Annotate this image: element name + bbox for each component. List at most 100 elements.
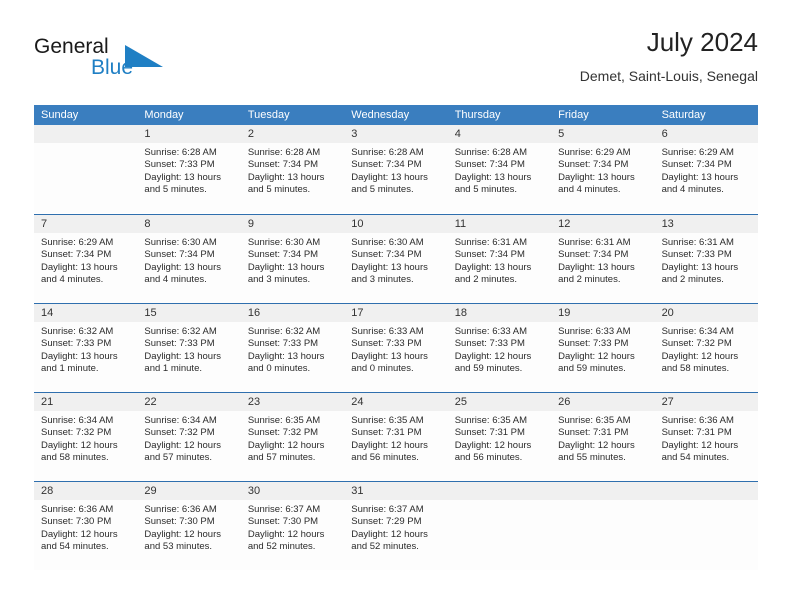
day-number[interactable]: 6 — [655, 125, 758, 143]
day-number[interactable]: 22 — [137, 393, 240, 411]
page-title: July 2024 — [646, 27, 758, 57]
day-info-line: Sunrise: 6:35 AM — [351, 415, 424, 426]
day-info-line: Sunrise: 6:32 AM — [41, 326, 114, 337]
day-number[interactable]: 28 — [34, 482, 137, 500]
day-cell[interactable]: Sunrise: 6:33 AM Sunset: 7:33 PM Daylight:… — [344, 322, 447, 392]
day-info-line: Daylight: 13 hours — [247, 350, 325, 362]
day-number[interactable]: 31 — [344, 482, 447, 500]
day-cell[interactable]: Sunrise: 6:32 AM Sunset: 7:33 PM Daylight:… — [241, 322, 344, 392]
day-cell-empty — [34, 143, 137, 213]
day-info-line: Sunrise: 6:34 AM — [661, 326, 734, 337]
day-info-line: Sunset: 7:31 PM — [454, 427, 525, 439]
day-cell[interactable]: Sunrise: 6:35 AM Sunset: 7:32 PM Daylight:… — [241, 411, 344, 481]
day-cell[interactable]: Sunrise: 6:36 AM Sunset: 7:30 PM Daylight:… — [34, 500, 137, 570]
day-info-line: Daylight: 13 hours — [247, 171, 325, 183]
day-number[interactable]: 7 — [34, 215, 137, 233]
day-number[interactable]: 1 — [137, 125, 240, 143]
day-number[interactable]: 9 — [241, 215, 344, 233]
day-info-line: Daylight: 12 hours — [144, 528, 221, 540]
day-number[interactable]: 15 — [137, 304, 240, 322]
day-number[interactable]: 5 — [551, 125, 654, 143]
day-number[interactable]: 25 — [448, 393, 551, 411]
day-cell[interactable]: Sunrise: 6:35 AM Sunset: 7:31 PM Daylight:… — [551, 411, 654, 481]
day-cell[interactable]: Sunrise: 6:36 AM Sunset: 7:31 PM Daylight:… — [655, 411, 758, 481]
day-number[interactable]: 2 — [241, 125, 344, 143]
day-info-line: Sunrise: 6:30 AM — [144, 237, 217, 248]
day-number[interactable]: 30 — [241, 482, 344, 500]
day-number[interactable]: 26 — [551, 393, 654, 411]
day-cell[interactable]: Sunrise: 6:34 AM Sunset: 7:32 PM Daylight:… — [137, 411, 240, 481]
day-info-line: and 59 minutes. — [454, 363, 523, 375]
day-cell[interactable]: Sunrise: 6:37 AM Sunset: 7:29 PM Daylight:… — [344, 500, 447, 570]
brand-logo[interactable]: General Blue — [34, 36, 234, 90]
day-number[interactable]: 27 — [655, 393, 758, 411]
day-number[interactable]: 23 — [241, 393, 344, 411]
day-info-line: Sunrise: 6:29 AM — [41, 237, 114, 248]
day-info-line: Sunset: 7:31 PM — [558, 427, 629, 439]
day-number[interactable]: 20 — [655, 304, 758, 322]
day-cell[interactable]: Sunrise: 6:28 AM Sunset: 7:34 PM Daylight:… — [448, 143, 551, 213]
day-number[interactable]: 17 — [344, 304, 447, 322]
day-cell[interactable]: Sunrise: 6:33 AM Sunset: 7:33 PM Daylight:… — [551, 322, 654, 392]
day-info-line: Sunrise: 6:37 AM — [351, 504, 424, 515]
day-number[interactable]: 11 — [448, 215, 551, 233]
day-number[interactable]: 14 — [34, 304, 137, 322]
day-info-line: Sunrise: 6:32 AM — [247, 326, 321, 337]
day-cell[interactable]: Sunrise: 6:31 AM Sunset: 7:34 PM Daylight:… — [448, 233, 551, 303]
day-cell[interactable]: Sunrise: 6:30 AM Sunset: 7:34 PM Daylight:… — [344, 233, 447, 303]
day-cell[interactable]: Sunrise: 6:37 AM Sunset: 7:30 PM Daylight:… — [241, 500, 344, 570]
day-info-line: Sunset: 7:34 PM — [661, 159, 732, 171]
day-info-line: and 5 minutes. — [454, 184, 518, 196]
day-number[interactable]: 8 — [137, 215, 240, 233]
day-number[interactable]: 16 — [241, 304, 344, 322]
calendar-week-row: 14 15 16 17 18 19 20 Sunrise: 6:32 AM Sunset: 7:… — [34, 303, 758, 392]
day-info-line: and 1 minute. — [144, 363, 202, 375]
day-info-line: and 2 minutes. — [558, 274, 621, 286]
day-cell[interactable]: Sunrise: 6:30 AM Sunset: 7:34 PM Daylight:… — [241, 233, 344, 303]
day-info-line: Sunrise: 6:34 AM — [144, 415, 217, 426]
day-info-line: Daylight: 13 hours — [247, 261, 325, 273]
day-number[interactable]: 4 — [448, 125, 551, 143]
day-info-line: Sunset: 7:34 PM — [247, 249, 319, 261]
day-number[interactable]: 12 — [551, 215, 654, 233]
day-info-line: Sunrise: 6:35 AM — [247, 415, 321, 426]
day-info-line: Sunset: 7:32 PM — [247, 427, 319, 439]
day-cell[interactable]: Sunrise: 6:28 AM Sunset: 7:34 PM Daylight:… — [344, 143, 447, 213]
day-cell[interactable]: Sunrise: 6:28 AM Sunset: 7:33 PM Daylight:… — [137, 143, 240, 213]
day-cell[interactable]: Sunrise: 6:34 AM Sunset: 7:32 PM Daylight:… — [34, 411, 137, 481]
day-info-line: Sunrise: 6:33 AM — [454, 326, 528, 337]
day-info-line: and 5 minutes. — [351, 184, 414, 196]
day-detail-band: Sunrise: 6:28 AM Sunset: 7:33 PM Daylight:… — [34, 143, 758, 213]
day-cell[interactable]: Sunrise: 6:35 AM Sunset: 7:31 PM Daylight:… — [448, 411, 551, 481]
day-cell[interactable]: Sunrise: 6:31 AM Sunset: 7:33 PM Daylight:… — [655, 233, 758, 303]
day-number[interactable]: 19 — [551, 304, 654, 322]
day-number[interactable]: 13 — [655, 215, 758, 233]
day-cell[interactable]: Sunrise: 6:33 AM Sunset: 7:33 PM Daylight:… — [448, 322, 551, 392]
day-cell[interactable]: Sunrise: 6:29 AM Sunset: 7:34 PM Daylight:… — [655, 143, 758, 213]
day-cell[interactable]: Sunrise: 6:30 AM Sunset: 7:34 PM Daylight:… — [137, 233, 240, 303]
day-cell[interactable]: Sunrise: 6:34 AM Sunset: 7:32 PM Daylight:… — [655, 322, 758, 392]
day-cell[interactable]: Sunrise: 6:31 AM Sunset: 7:34 PM Daylight:… — [551, 233, 654, 303]
day-info-line: Sunset: 7:34 PM — [351, 249, 422, 261]
day-info-line: Sunset: 7:30 PM — [144, 516, 215, 528]
day-cell[interactable]: Sunrise: 6:28 AM Sunset: 7:34 PM Daylight:… — [241, 143, 344, 213]
calendar-week-row: 7 8 9 10 11 12 13 Sunrise: 6:29 AM Sunset: 7:34 … — [34, 214, 758, 303]
day-info-line: and 54 minutes. — [41, 541, 109, 553]
day-number[interactable]: 10 — [344, 215, 447, 233]
day-cell[interactable]: Sunrise: 6:29 AM Sunset: 7:34 PM Daylight:… — [551, 143, 654, 213]
day-info-line: and 4 minutes. — [558, 184, 621, 196]
day-info-line: Daylight: 13 hours — [41, 261, 118, 273]
day-info-line: Sunset: 7:30 PM — [247, 516, 319, 528]
day-cell[interactable]: Sunrise: 6:32 AM Sunset: 7:33 PM Daylight:… — [137, 322, 240, 392]
day-number[interactable]: 18 — [448, 304, 551, 322]
day-number[interactable]: 29 — [137, 482, 240, 500]
day-cell[interactable]: Sunrise: 6:35 AM Sunset: 7:31 PM Daylight:… — [344, 411, 447, 481]
day-info-line: Daylight: 13 hours — [351, 350, 428, 362]
day-cell[interactable]: Sunrise: 6:32 AM Sunset: 7:33 PM Daylight:… — [34, 322, 137, 392]
day-number[interactable]: 21 — [34, 393, 137, 411]
day-info-line: Sunrise: 6:30 AM — [351, 237, 424, 248]
day-cell[interactable]: Sunrise: 6:29 AM Sunset: 7:34 PM Daylight:… — [34, 233, 137, 303]
day-number[interactable]: 3 — [344, 125, 447, 143]
day-cell[interactable]: Sunrise: 6:36 AM Sunset: 7:30 PM Daylight:… — [137, 500, 240, 570]
day-number[interactable]: 24 — [344, 393, 447, 411]
